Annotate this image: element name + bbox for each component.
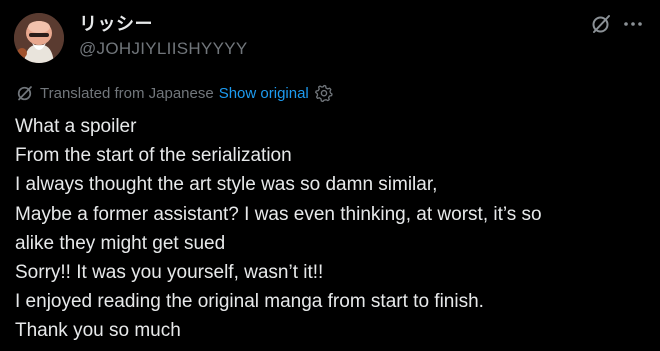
- translate-icon: [16, 84, 34, 102]
- tweet-line: Sorry!! It was you yourself, wasn’t it!!: [15, 262, 324, 284]
- author-handle[interactable]: @JOHJIYLIISHYYYY: [79, 38, 248, 60]
- tweet-text: What a spoiler From the start of the ser…: [15, 112, 645, 346]
- tweet-line: From the start of the serialization: [15, 145, 292, 167]
- avatar-illustration-icon: [14, 13, 64, 63]
- tweet-line: Thank you so much: [15, 320, 181, 342]
- tweet-line: I always thought the art style was so da…: [15, 174, 438, 196]
- tweet-line: I enjoyed reading the original manga fro…: [15, 291, 484, 313]
- show-original-link[interactable]: Show original: [219, 85, 309, 102]
- translation-bar: Translated from Japanese Show original: [16, 82, 333, 104]
- tweet-line: alike they might get sued: [15, 232, 226, 254]
- avatar[interactable]: [14, 13, 64, 63]
- more-options-icon[interactable]: [622, 13, 644, 35]
- author-display-name[interactable]: リッシー: [79, 13, 153, 35]
- tweet-line: What a spoiler: [15, 116, 137, 137]
- tweet-line: Maybe a former assistant? I was even thi…: [15, 203, 542, 225]
- grok-icon[interactable]: [590, 13, 612, 35]
- translation-label: Translated from Japanese: [40, 84, 214, 102]
- gear-icon[interactable]: [314, 84, 333, 103]
